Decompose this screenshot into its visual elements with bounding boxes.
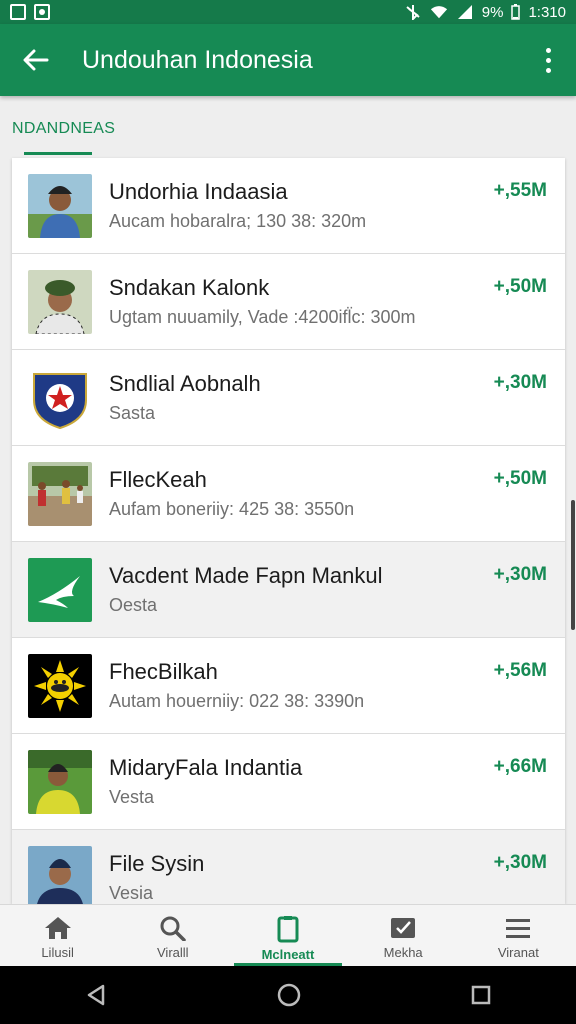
home-circle-icon[interactable] — [276, 982, 302, 1008]
system-navigation-bar — [0, 966, 576, 1024]
arrow-back-icon — [23, 49, 49, 71]
signal-icon — [457, 5, 472, 19]
item-subtitle: Aufam boneriiy: 425 38: 3550n — [109, 498, 355, 519]
section-header: NDANDNEAS — [0, 96, 576, 156]
list-item[interactable]: Sndlial Aobnalh Sasta +,30M — [12, 350, 565, 446]
media-icon — [391, 918, 416, 938]
tab-indicator — [24, 152, 92, 155]
item-subtitle: Autam houerniiy: 022 38: 3390n — [109, 690, 365, 711]
app-bar: Undouhan Indonesia — [0, 24, 576, 96]
list-item[interactable]: FhecBilkah Autam houerniiy: 022 38: 3390… — [12, 638, 565, 734]
back-button[interactable] — [0, 24, 72, 96]
nav-item-menu[interactable]: Viranat — [461, 905, 576, 967]
battery-level: 9% — [481, 3, 504, 21]
thumbnail-sun-icon — [28, 653, 92, 718]
nav-label: Mekha — [383, 945, 423, 960]
thumbnail-person-icon — [28, 269, 92, 334]
search-icon — [160, 916, 186, 941]
bluetooth-off-icon — [406, 5, 420, 20]
back-triangle-icon[interactable] — [84, 983, 108, 1007]
nav-label: Viranat — [497, 945, 539, 960]
item-size: +,55M — [493, 180, 547, 201]
item-subtitle: Vesia — [109, 882, 154, 903]
list-item[interactable]: MidaryFala Indantia Vesta +,66M — [12, 734, 565, 830]
list-item[interactable]: FllecKeah Aufam boneriiy: 425 38: 3550n … — [12, 446, 565, 542]
home-icon — [44, 917, 71, 939]
item-size: +,50M — [493, 468, 547, 489]
nav-label: Lilusil — [41, 945, 74, 960]
scrollbar[interactable] — [571, 500, 575, 630]
list-item[interactable]: File Sysin Vesia +,30M — [12, 830, 565, 904]
thumbnail-people-icon — [28, 461, 92, 526]
page-title: Undouhan Indonesia — [82, 45, 313, 74]
item-size: +,30M — [493, 852, 547, 873]
item-subtitle: Vesta — [109, 786, 155, 807]
download-icon — [277, 916, 299, 943]
nav-item-downloads[interactable]: Mclneatt — [230, 905, 345, 967]
list-item[interactable]: Sndakan Kalonk Ugtam nuuamily, Vade :420… — [12, 254, 565, 350]
more-options-button[interactable] — [520, 24, 576, 96]
thumbnail-person-icon — [28, 173, 92, 238]
item-size: +,30M — [493, 372, 547, 393]
item-size: +,56M — [493, 660, 547, 681]
item-size: +,50M — [493, 276, 547, 297]
item-subtitle: Oesta — [109, 594, 158, 615]
thumbnail-person-icon — [28, 845, 92, 904]
download-list: Undorhia Indaasia Aucam hobaralra; 130 3… — [12, 158, 565, 904]
item-subtitle: Aucam hobaralra; 130 38: 320m — [109, 210, 367, 231]
status-bar: 9% 1:310 — [0, 0, 576, 24]
item-subtitle: Ugtam nuuamily, Vade :4200ifl̈c: 300m — [109, 306, 416, 327]
photo-notification-icon — [34, 4, 50, 20]
notification-icon — [10, 4, 26, 20]
list-item[interactable]: Vacdent Made Fapn Mankul Oesta +,30M — [12, 542, 565, 638]
clock: 1:310 — [528, 3, 566, 21]
wifi-icon — [430, 6, 447, 19]
thumbnail-person-icon — [28, 749, 92, 814]
menu-icon — [506, 919, 531, 938]
nav-item-search[interactable]: Viralll — [115, 905, 230, 967]
battery-icon — [511, 4, 521, 20]
nav-item-home[interactable]: Lilusil — [0, 905, 115, 967]
thumbnail-bird-logo-icon — [28, 557, 92, 622]
item-subtitle: Sasta — [109, 402, 156, 423]
nav-label: Mclneatt — [261, 947, 315, 962]
bottom-navigation: Lilusil Viralll Mclneatt Mekha Viranat — [0, 904, 576, 966]
list-item[interactable]: Undorhia Indaasia Aucam hobaralra; 130 3… — [12, 158, 565, 254]
item-size: +,66M — [493, 756, 547, 777]
tab-section-title[interactable]: NDANDNEAS — [12, 120, 115, 138]
nav-item-media[interactable]: Mekha — [346, 905, 461, 967]
item-size: +,30M — [493, 564, 547, 585]
recents-square-icon[interactable] — [470, 984, 492, 1006]
nav-label: Viralll — [157, 945, 189, 960]
thumbnail-emblem-icon — [28, 365, 92, 430]
